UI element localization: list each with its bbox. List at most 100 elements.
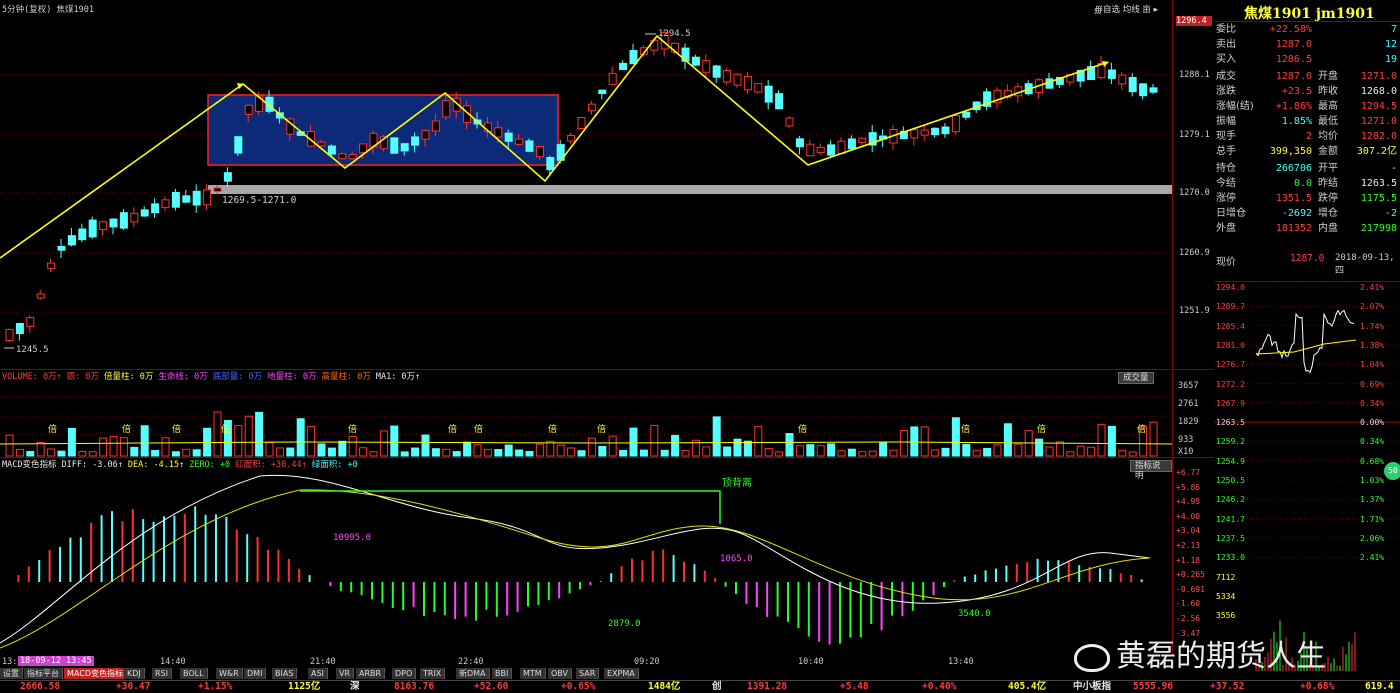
tab-kdj[interactable]: KDJ	[124, 668, 145, 679]
volume-panel[interactable]: 倍 倍 倍 倍 倍 倍 倍 倍 倍 倍 倍 倍 倍 VOLUME: 0万↑ 跟: 0万 倍量柱: 0万 生命线…	[0, 369, 1173, 457]
mini-chart[interactable]: 1294.0 1289.7 1285.4 1281.0 1276.7 1272.2 1267…	[1214, 281, 1400, 671]
candle	[931, 127, 940, 136]
volume-bar	[348, 436, 357, 457]
volume-bar	[1128, 451, 1137, 457]
volume-bar	[535, 443, 544, 457]
volume-bar	[317, 443, 326, 457]
macd-panel[interactable]: MACD变色指标 DIFF: -3.06↑ DEA: -4.15↑ ZERO: +0 红…	[0, 457, 1172, 656]
macd-axis-label: +6.77	[1176, 468, 1201, 477]
quote-row: 涨幅(结) +1.86% 最高 1294.5	[1214, 99, 1400, 114]
volume-bar	[140, 425, 149, 457]
quote-label2: 开盘	[1318, 71, 1338, 82]
tab-bias[interactable]: BIAS	[272, 668, 298, 679]
mini-axis-left: 1233.0	[1216, 553, 1245, 563]
tab-sar[interactable]: SAR	[576, 668, 600, 679]
tab-rsi[interactable]: RSI	[152, 668, 172, 679]
candle	[47, 262, 56, 269]
volume-bar	[327, 447, 336, 457]
quote-title: 焦煤1901 jm1901	[1244, 6, 1375, 22]
macd-axis-label: +3.04	[1176, 526, 1201, 536]
tab-boll[interactable]: BOLL	[180, 668, 208, 679]
macd-axis-label: +1.18	[1176, 555, 1201, 565]
mini-axis-right: 2.07%	[1360, 302, 1385, 312]
volume-bar	[88, 451, 97, 457]
volume-bar	[5, 434, 14, 457]
candle	[1118, 74, 1127, 85]
tab-asi[interactable]: ASI	[308, 668, 328, 679]
watermark: 黄磊的期货人生	[1074, 637, 1326, 677]
mini-axis-left: 1241.7	[1216, 514, 1245, 524]
volume-bar	[473, 444, 482, 457]
quote-label: 振幅	[1216, 116, 1236, 127]
candle	[733, 73, 742, 86]
status-value: 创	[712, 681, 722, 692]
candle	[348, 154, 357, 160]
quote-value: 1351.5	[1275, 193, 1312, 204]
tab-arbr[interactable]: ARBR	[356, 668, 386, 679]
mini-axis-left: 5334	[1216, 591, 1236, 601]
candle	[1107, 69, 1116, 79]
tab-mtm[interactable]: MTM	[520, 668, 546, 679]
macd-axis-label: +0.265	[1176, 570, 1205, 580]
mini-axis-left: 1250.5	[1216, 476, 1245, 485]
tab-macd变色指标[interactable]: MACD变色指标	[64, 668, 127, 679]
quote-label2: 最低	[1318, 116, 1338, 127]
quote-label: 涨幅(结)	[1216, 101, 1254, 112]
quote-label: 现手	[1216, 131, 1236, 142]
candle	[691, 56, 700, 66]
candle	[795, 138, 804, 148]
tab-expma[interactable]: EXPMA	[604, 668, 639, 679]
quote-value: 399,350	[1269, 146, 1312, 157]
tab-设置[interactable]: 设置	[0, 668, 23, 679]
volume-bar	[119, 437, 128, 457]
tab-新dma[interactable]: 新DMA	[456, 668, 490, 679]
tab-trix[interactable]: TRIX	[420, 668, 446, 679]
tab-指标平台[interactable]: 指标平台	[24, 668, 63, 679]
quote-label: 持仓	[1216, 163, 1236, 174]
volume-bar	[951, 417, 960, 457]
quote-value: 1.85%	[1281, 116, 1312, 127]
volume-bar	[171, 451, 180, 457]
status-value: 中小板指	[1073, 681, 1112, 692]
volume-bar	[15, 448, 24, 457]
volume-bar	[130, 446, 139, 457]
tab-vr[interactable]: VR	[336, 668, 355, 679]
status-value: 1391.28	[747, 681, 788, 692]
tab-w&r[interactable]: W&R	[216, 668, 243, 679]
volume-bar	[26, 450, 35, 457]
quote-row: 成交 1287.0 开盘 1271.0	[1214, 69, 1400, 84]
candle	[67, 235, 76, 246]
quote-value2: 1282.0	[1360, 131, 1397, 142]
chart-tools[interactable]: ∰自选 均线 亩 ▸	[1094, 3, 1158, 15]
volume-bar	[400, 451, 409, 457]
mini-axis-left: 1294.0	[1216, 283, 1245, 292]
time-cursor: 18-09-12 13:45	[18, 656, 94, 666]
divergence-line	[300, 490, 721, 524]
tab-bbi[interactable]: BBI	[492, 668, 513, 679]
candle	[171, 191, 180, 208]
status-value: +5.48	[840, 681, 869, 692]
status-value: +52.60	[474, 681, 509, 692]
tab-dmi[interactable]: DMI	[244, 668, 267, 679]
indicator-help-button[interactable]: 指标说明	[1130, 460, 1172, 481]
volume-bar	[99, 437, 108, 457]
quote-value2: -	[1390, 163, 1397, 174]
volume-bar	[161, 437, 170, 457]
volume-tag: 倍	[597, 423, 606, 435]
tab-dpo[interactable]: DPO	[392, 668, 417, 679]
volume-button[interactable]: 成交量	[1118, 372, 1154, 384]
quote-label2: 最高	[1318, 101, 1338, 112]
mini-badge[interactable]: 50	[1384, 462, 1400, 480]
kline-panel[interactable]: 5分钟(复权) 焦煤1901 ∰自选 均线 亩 ▸ 1245.5 1269.5-…	[0, 0, 1172, 369]
candle	[1128, 77, 1137, 93]
quote-value: 1287.0	[1275, 39, 1312, 50]
quote-value2: 19	[1384, 54, 1397, 65]
volume-axis: 3657 2761 1829 933 X10	[1172, 369, 1214, 457]
mini-axis-right: 0.00%	[1360, 418, 1385, 428]
volume-bar	[390, 425, 399, 457]
candle	[161, 199, 170, 208]
quote-value: 0.0	[1293, 178, 1312, 189]
volume-bar	[151, 449, 160, 457]
quote-row: 委比 +22.58% 7	[1214, 22, 1400, 37]
tab-obv[interactable]: OBV	[548, 668, 573, 679]
